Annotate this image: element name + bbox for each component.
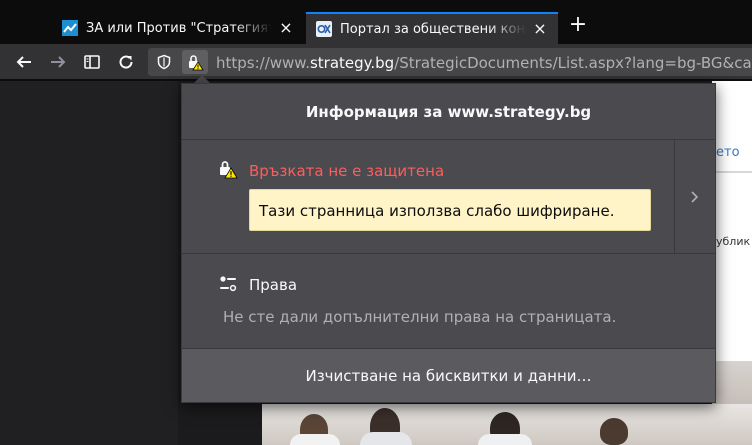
site-information-panel: Информация за www.strategy.bg Връзката н…	[181, 83, 716, 403]
strategy-logo-icon	[316, 21, 332, 37]
url-text: https://www.strategy.bg/StrategicDocumen…	[216, 54, 752, 72]
tab-za-ili-protiv[interactable]: ЗА или Против "Стратегият ×	[52, 12, 304, 44]
trend-chart-icon	[62, 20, 78, 36]
back-arrow-icon	[16, 56, 31, 68]
weak-encryption-tooltip: Тази странница използва слабо шифриране.	[249, 189, 651, 231]
insecure-lock-icon[interactable]	[182, 50, 208, 74]
reload-button[interactable]	[114, 50, 138, 74]
tab-portal[interactable]: Портал за обществени кон ×	[306, 12, 558, 44]
permissions-icon	[220, 276, 237, 292]
permissions-title: Права	[249, 276, 298, 294]
connection-section: Връзката не е защитена Тази странница из…	[182, 140, 715, 254]
forward-button[interactable]	[46, 50, 70, 74]
page-link-fragment[interactable]: ето	[716, 145, 740, 160]
url-path: /StrategicDocuments/List.aspx?lang=bg-BG…	[394, 54, 752, 72]
tracking-protection-shield-icon[interactable]	[152, 50, 176, 74]
sidebar-button[interactable]	[80, 50, 104, 74]
browser-window: ЗА или Против "Стратегият × Портал за об…	[0, 0, 752, 445]
connection-status: Връзката не е защитена	[249, 162, 445, 180]
close-tab-icon[interactable]: ×	[532, 21, 548, 37]
connection-info[interactable]: Връзката не е защитена Тази странница из…	[182, 140, 674, 254]
navigation-toolbar: https://www.strategy.bg/StrategicDocumen…	[0, 44, 752, 80]
permissions-section: Права Не сте дали допълнителни права на …	[182, 254, 715, 349]
url-prefix: https://www.	[216, 54, 310, 72]
page-left-panel	[0, 81, 178, 445]
new-tab-button[interactable]: +	[566, 14, 590, 38]
close-tab-icon[interactable]: ×	[278, 20, 294, 36]
insecure-lock-warning-icon	[220, 161, 238, 179]
connection-details-button[interactable]	[674, 140, 715, 254]
page-banner-photo	[262, 404, 752, 445]
tab-title: ЗА или Против "Стратегият	[86, 20, 272, 36]
url-domain: strategy.bg	[309, 54, 395, 72]
tab-strip: ЗА или Против "Стратегият × Портал за об…	[0, 0, 752, 44]
page-text-fragment: ублик	[716, 235, 751, 248]
sidebar-icon	[84, 55, 100, 69]
clear-cookies-button[interactable]: Изчистване на бисквитки и данни…	[182, 349, 715, 402]
panel-title: Информация за www.strategy.bg	[182, 84, 715, 140]
back-button[interactable]	[12, 50, 36, 74]
tab-title: Портал за обществени кон	[340, 21, 525, 37]
chevron-right-icon	[691, 191, 699, 203]
forward-arrow-icon	[51, 56, 66, 68]
url-bar[interactable]: https://www.strategy.bg/StrategicDocumen…	[148, 48, 752, 76]
reload-icon	[119, 55, 133, 69]
permissions-description: Не сте дали допълнителни права на страни…	[223, 308, 617, 326]
